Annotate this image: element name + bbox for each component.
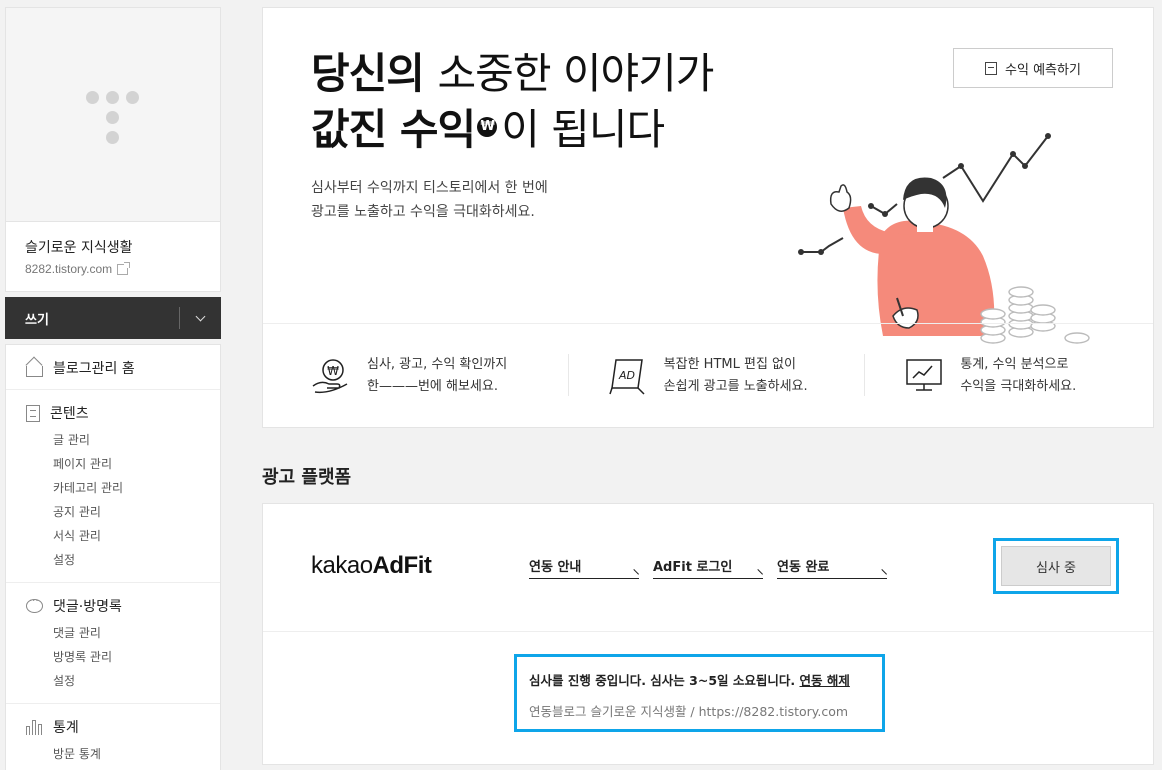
hero-illustration bbox=[798, 133, 1090, 344]
feature-line: 한———번에 해보세요. bbox=[367, 379, 498, 394]
feature-line: 손쉽게 광고를 노출하세요. bbox=[663, 379, 808, 394]
step-adfit-login[interactable]: AdFit 로그인 bbox=[653, 556, 763, 580]
section-title: 광고 플랫폼 bbox=[262, 467, 352, 488]
feature-text: 복잡한 HTML 편집 없이 손쉽게 광고를 노출하세요. bbox=[664, 354, 808, 398]
hero-title-bold-1: 당신의 bbox=[311, 49, 425, 98]
won-badge-icon: ₩ bbox=[477, 117, 498, 137]
notice-text: 심사를 진행 중입니다. 심사는 3~5일 소요됩니다. bbox=[529, 673, 796, 688]
sidebar-menu: 블로그관리 홈 콘텐츠 글 관리 페이지 관리 카테고리 관리 공지 관리 서식… bbox=[5, 344, 221, 770]
home-icon bbox=[26, 365, 43, 377]
svg-text:AD: AD bbox=[618, 369, 635, 382]
sidebar-subitem-templates[interactable]: 서식 관리 bbox=[6, 524, 220, 548]
review-status-button[interactable]: 심사 중 bbox=[1001, 546, 1111, 586]
step-complete: 연동 완료 bbox=[777, 556, 887, 580]
menu-group-contents: 콘텐츠 글 관리 페이지 관리 카테고리 관리 공지 관리 서식 관리 설정 bbox=[6, 390, 220, 583]
sidebar-item-stats[interactable]: 통계 bbox=[6, 716, 220, 738]
write-button[interactable]: 쓰기 bbox=[5, 297, 221, 339]
calculator-icon bbox=[985, 61, 998, 75]
blog-thumbnail[interactable] bbox=[5, 7, 221, 222]
hero-title: 당신의 소중한 이야기가 값진 수익 ₩ 이 됩니다 bbox=[311, 46, 715, 158]
sidebar-subitem-comment-settings[interactable]: 설정 bbox=[6, 669, 220, 693]
feature-analytics: 통계, 수익 분석으로 수익을 극대화하세요. bbox=[856, 354, 1153, 398]
hero-desc-line: 심사부터 수익까지 티스토리에서 한 번에 bbox=[311, 180, 548, 196]
sidebar-item-comments[interactable]: 댓글·방명록 bbox=[6, 595, 220, 617]
feature-row: ₩ 심사, 광고, 수익 확인까지 한———번에 해보세요. AD 복잡한 HT… bbox=[263, 323, 1153, 427]
notice-main: 심사를 진행 중입니다. 심사는 3~5일 소요됩니다. 연동 해제 bbox=[529, 670, 870, 689]
sidebar-subitem-visit-stats[interactable]: 방문 통계 bbox=[6, 742, 220, 766]
feature-text: 심사, 광고, 수익 확인까지 한———번에 해보세요. bbox=[367, 354, 507, 398]
chevron-down-icon bbox=[195, 311, 206, 321]
predict-revenue-button[interactable]: 수익 예측하기 bbox=[953, 48, 1113, 88]
kakao-adfit-logo: kakaoAdFit bbox=[311, 552, 432, 580]
sidebar-subitem-content-settings[interactable]: 설정 bbox=[6, 548, 220, 572]
sidebar: 슬기로운 지식생활 8282.tistory.com 쓰기 블로그관리 홈 콘텐… bbox=[5, 7, 221, 770]
sidebar-item-label: 통계 bbox=[53, 720, 79, 736]
menu-group-comments: 댓글·방명록 댓글 관리 방명록 관리 설정 bbox=[6, 583, 220, 704]
stats-icon bbox=[26, 719, 43, 735]
notice-sub: 연동블로그 슬기로운 지식생활 / https://8282.tistory.c… bbox=[529, 704, 849, 719]
feature-line: 통계, 수익 분석으로 bbox=[960, 357, 1069, 372]
ad-board-icon: AD bbox=[608, 359, 645, 395]
feature-line: 복잡한 HTML 편집 없이 bbox=[663, 357, 796, 372]
sidebar-subitem-comments[interactable]: 댓글 관리 bbox=[6, 621, 220, 645]
hero-desc-line: 광고를 노출하고 수익을 극대화하세요. bbox=[311, 204, 535, 220]
logo-bold: AdFit bbox=[372, 552, 432, 579]
sidebar-item-label: 블로그관리 홈 bbox=[53, 361, 135, 377]
integration-steps: 연동 안내 AdFit 로그인 연동 완료 bbox=[529, 556, 887, 580]
svg-text:₩: ₩ bbox=[327, 364, 339, 378]
review-highlight: 심사 중 bbox=[993, 538, 1119, 594]
feature-text: 통계, 수익 분석으로 수익을 극대화하세요. bbox=[960, 354, 1076, 398]
write-label: 쓰기 bbox=[25, 312, 49, 328]
sidebar-item-home[interactable]: 블로그관리 홈 bbox=[6, 357, 220, 379]
step-guide[interactable]: 연동 안내 bbox=[529, 556, 639, 580]
feature-one-stop: ₩ 심사, 광고, 수익 확인까지 한———번에 해보세요. bbox=[263, 354, 560, 398]
sidebar-subitem-categories[interactable]: 카테고리 관리 bbox=[6, 476, 220, 500]
sidebar-item-label: 댓글·방명록 bbox=[53, 599, 122, 615]
hero-title-bold-2: 값진 수익 bbox=[311, 105, 476, 154]
unlink-button[interactable]: 연동 해제 bbox=[800, 673, 850, 688]
predict-button-label: 수익 예측하기 bbox=[1005, 62, 1081, 78]
sidebar-subitem-pages[interactable]: 페이지 관리 bbox=[6, 452, 220, 476]
tistory-logo-icon bbox=[86, 91, 142, 147]
monitor-chart-icon bbox=[906, 359, 943, 391]
blog-url-link[interactable]: 8282.tistory.com bbox=[25, 261, 201, 276]
ad-platform-card: kakaoAdFit 연동 안내 AdFit 로그인 연동 완료 심사 중 심사… bbox=[262, 503, 1154, 765]
blog-info: 슬기로운 지식생활 8282.tistory.com bbox=[5, 222, 221, 292]
hero-banner: 당신의 소중한 이야기가 값진 수익 ₩ 이 됩니다 심사부터 수익까지 티스토리에… bbox=[262, 7, 1154, 428]
comment-icon bbox=[26, 596, 43, 613]
hero-title-light-2: 이 됩니다 bbox=[501, 105, 665, 154]
sidebar-subitem-notices[interactable]: 공지 관리 bbox=[6, 500, 220, 524]
external-link-icon bbox=[117, 261, 131, 275]
feature-no-html: AD 복잡한 HTML 편집 없이 손쉽게 광고를 노출하세요. bbox=[560, 354, 857, 398]
logo-prefix: kakao bbox=[311, 552, 373, 579]
menu-group-home: 블로그관리 홈 bbox=[6, 345, 220, 390]
review-notice: 심사를 진행 중입니다. 심사는 3~5일 소요됩니다. 연동 해제 연동블로그… bbox=[514, 654, 885, 732]
hero-description: 심사부터 수익까지 티스토리에서 한 번에 광고를 노출하고 수익을 극대화하세… bbox=[311, 176, 548, 224]
sidebar-item-contents[interactable]: 콘텐츠 bbox=[6, 402, 220, 424]
feature-line: 수익을 극대화하세요. bbox=[960, 379, 1077, 394]
menu-group-stats: 통계 방문 통계 bbox=[6, 704, 220, 770]
main-content: 당신의 소중한 이야기가 값진 수익 ₩ 이 됩니다 심사부터 수익까지 티스토리에… bbox=[262, 7, 1154, 765]
write-dropdown-toggle[interactable] bbox=[179, 307, 221, 329]
feature-line: 심사, 광고, 수익 확인까지 bbox=[367, 357, 508, 372]
blog-name[interactable]: 슬기로운 지식생활 bbox=[25, 237, 201, 257]
sidebar-subitem-posts[interactable]: 글 관리 bbox=[6, 428, 220, 452]
document-icon bbox=[26, 404, 40, 422]
sidebar-item-label: 콘텐츠 bbox=[50, 406, 89, 422]
blog-url: 8282.tistory.com bbox=[25, 262, 113, 276]
won-hand-icon: ₩ bbox=[312, 359, 348, 394]
hero-title-light-1: 소중한 이야기가 bbox=[437, 49, 715, 98]
sidebar-subitem-guestbook[interactable]: 방명록 관리 bbox=[6, 645, 220, 669]
adfit-row: kakaoAdFit 연동 안내 AdFit 로그인 연동 완료 심사 중 bbox=[263, 504, 1153, 632]
